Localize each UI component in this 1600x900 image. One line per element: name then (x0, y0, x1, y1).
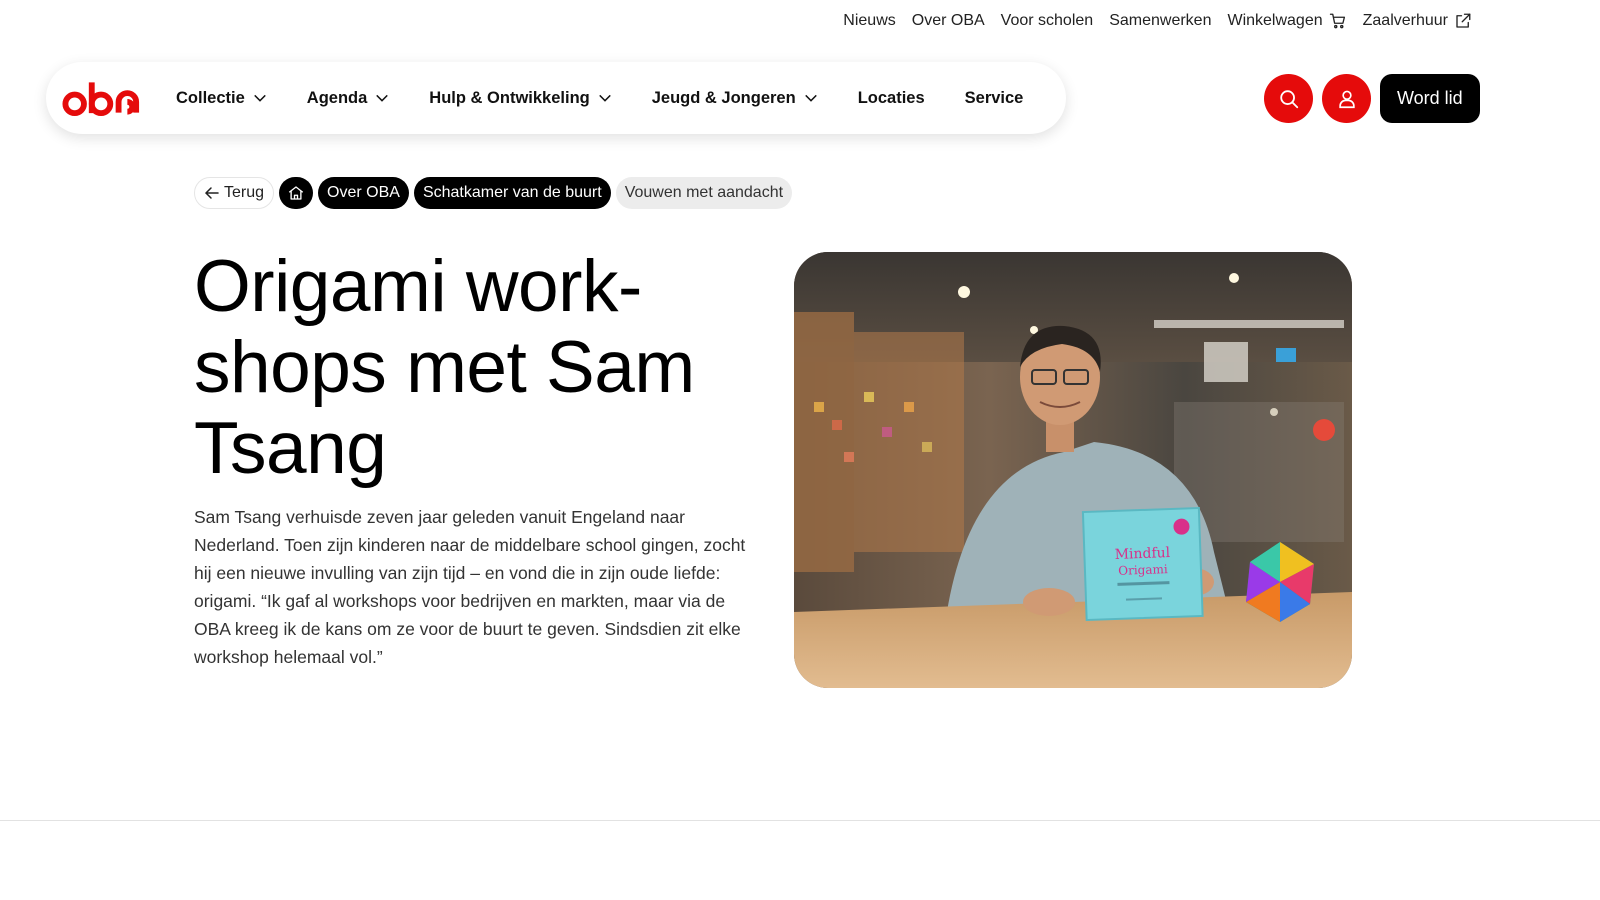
search-button[interactable] (1264, 74, 1313, 123)
chevron-down-icon (804, 94, 817, 102)
chevron-down-icon (376, 94, 389, 102)
utility-nav: Nieuws Over OBA Voor scholen Samenwerken… (843, 12, 1472, 30)
breadcrumb-home[interactable] (279, 177, 314, 209)
oba-logo[interactable] (62, 76, 142, 120)
nav-item-label: Service (964, 88, 1024, 107)
svg-text:Origami: Origami (1118, 562, 1168, 578)
breadcrumb-item-schatkamer[interactable]: Schatkamer van de buurt (413, 177, 611, 209)
home-icon (288, 186, 304, 200)
external-link-icon (1456, 13, 1471, 28)
breadcrumb-item-over-oba[interactable]: Over OBA (318, 177, 409, 209)
arrow-left-icon (204, 187, 219, 199)
cart-icon (1329, 13, 1345, 29)
article-photo: Mindful Origami (794, 252, 1352, 688)
main-nav-items: Collectie Agenda Hulp & Ontwikkeling Jeu… (176, 89, 1023, 108)
user-icon (1338, 90, 1355, 108)
header-actions: Word lid (1264, 74, 1480, 123)
nav-item-label: Locaties (857, 88, 925, 107)
book-cover-title: Mindful (1114, 545, 1171, 563)
back-label: Terug (224, 184, 265, 201)
page-title-line: shops met Sam (194, 327, 695, 408)
zaalverhuur-label: Zaalverhuur (1362, 12, 1448, 29)
utility-link-zaalverhuur[interactable]: Zaalverhuur (1363, 12, 1472, 30)
page-title-line: Tsang (194, 408, 387, 489)
chevron-down-icon (253, 94, 266, 102)
search-icon (1279, 89, 1298, 108)
utility-link-samenwerken[interactable]: Samenwerken (1109, 12, 1211, 30)
account-button[interactable] (1322, 74, 1371, 123)
nav-item-label: Collectie (176, 88, 245, 107)
back-button[interactable]: Terug (194, 177, 275, 209)
utility-link-nieuws[interactable]: Nieuws (843, 12, 895, 30)
nav-item-label: Jeugd & Jongeren (651, 88, 796, 107)
nav-item-agenda[interactable]: Agenda (307, 89, 390, 108)
utility-link-voor-scholen[interactable]: Voor scholen (1001, 12, 1094, 30)
nav-item-hulp-ontwikkeling[interactable]: Hulp & Ontwikkeling (429, 89, 611, 108)
breadcrumb-item-current: Vouwen met aandacht (615, 177, 793, 209)
nav-item-label: Hulp & Ontwikkeling (429, 88, 590, 107)
nav-item-locaties[interactable]: Locaties (858, 89, 925, 108)
section-divider (0, 820, 1600, 821)
nav-item-label: Agenda (306, 88, 368, 107)
article-intro: Sam Tsang verhuisde zeven jaar geleden v… (194, 507, 746, 667)
breadcrumb: Terug Over OBA Schatkamer van de buurt V… (194, 177, 793, 209)
chevron-down-icon (598, 94, 611, 102)
nav-item-collectie[interactable]: Collectie (176, 89, 267, 108)
photo-illustration: Mindful Origami (794, 252, 1352, 688)
page-title: Origami work- shops met Sam Tsang (194, 246, 754, 489)
utility-link-winkelwagen[interactable]: Winkelwagen (1227, 12, 1346, 30)
utility-link-over-oba[interactable]: Over OBA (912, 12, 985, 30)
nav-item-jeugd-jongeren[interactable]: Jeugd & Jongeren (652, 89, 818, 108)
winkelwagen-label: Winkelwagen (1227, 12, 1323, 29)
word-lid-button[interactable]: Word lid (1380, 74, 1480, 123)
oba-logo-mark (62, 82, 140, 117)
page-title-line: Origami work- (194, 246, 642, 327)
nav-item-service[interactable]: Service (965, 89, 1024, 108)
main-nav: Collectie Agenda Hulp & Ontwikkeling Jeu… (46, 62, 1066, 134)
